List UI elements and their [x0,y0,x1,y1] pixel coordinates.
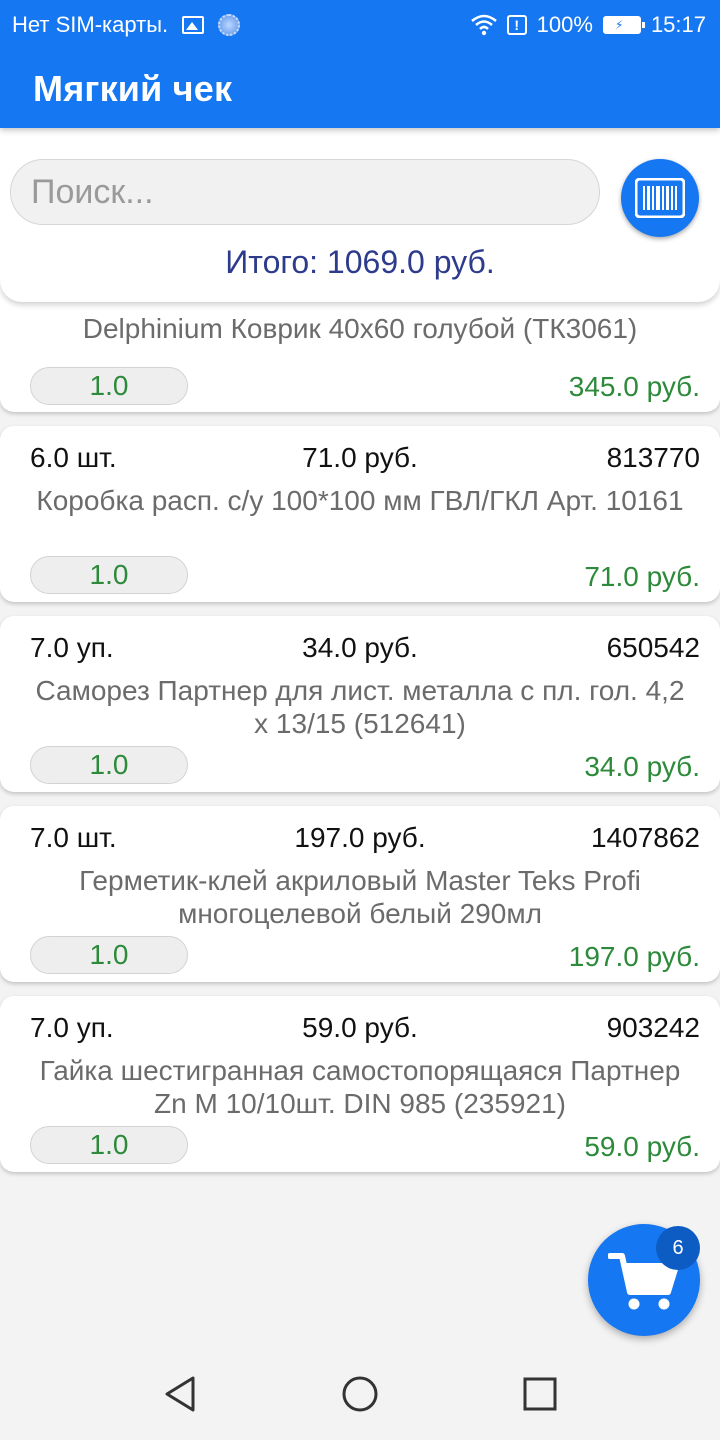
back-icon[interactable] [160,1374,200,1414]
list-item[interactable]: 7.0 уп. 34.0 руб. 650542 Саморез Партнер… [0,616,720,792]
carrier-text: Нет SIM-карты. [12,12,169,37]
battery-percent: 100% [536,12,593,37]
item-count-field[interactable]: 1.0 [30,936,188,974]
item-sum: 71.0 руб. [584,561,700,592]
recents-icon[interactable] [520,1374,560,1414]
page-title: Мягкий чек [33,68,233,109]
item-count-field[interactable]: 1.0 [30,1126,188,1164]
search-input[interactable] [10,159,600,225]
item-name: Гайка шестигранная самостопорящаяся Парт… [39,1055,681,1119]
item-code: 903242 [606,1012,700,1043]
search-card: Итого: 1069.0 руб. [0,128,720,302]
image-icon [182,16,205,34]
item-sum: 197.0 руб. [568,941,700,972]
total-amount: Итого: 1069.0 руб. [225,244,495,280]
item-name: Герметик-клей акриловый Master Teks Prof… [79,865,641,929]
item-name: Саморез Партнер для лист. металла с пл. … [35,675,685,739]
item-sum: 34.0 руб. [584,751,700,782]
status-bar: Нет SIM-карты. ! 100% ⚡ 15:17 [0,0,720,50]
list-item[interactable]: 6.0 шт. 71.0 руб. 813770 Коробка расп. с… [0,426,720,602]
item-code: 650542 [606,632,700,663]
barcode-scan-button[interactable] [621,159,699,237]
item-name: Delphinium Коврик 40х60 голубой (ТК3061) [82,313,638,344]
clock: 15:17 [650,12,706,37]
item-code: 1407862 [590,822,700,853]
item-sum: 345.0 руб. [568,371,700,402]
barcode-icon [635,178,685,218]
item-count-field[interactable]: 1.0 [30,746,188,784]
item-name: Коробка расп. с/у 100*100 мм ГВЛ/ГКЛ Арт… [36,485,684,516]
list-item[interactable]: 7.0 уп. 59.0 руб. 903242 Гайка шестигран… [0,996,720,1172]
cart-count-badge: 6 [656,1226,700,1270]
wifi-icon [470,14,497,36]
alert-icon: ! [506,15,527,35]
list-item[interactable]: 7.0 шт. 197.0 руб. 1407862 Герметик-клей… [0,806,720,982]
system-nav-bar [0,1350,720,1440]
sync-dot-icon [218,14,241,36]
battery-charging-icon: ⚡ [602,16,645,34]
item-count-field[interactable]: 1.0 [30,556,188,594]
app-bar: Нет SIM-карты. ! 100% ⚡ 15:17 Мягкий чек [0,0,720,128]
item-sum: 59.0 руб. [584,1131,700,1162]
item-code: 813770 [606,442,700,473]
home-icon[interactable] [340,1374,380,1414]
item-count-field[interactable]: 1.0 [30,367,188,405]
